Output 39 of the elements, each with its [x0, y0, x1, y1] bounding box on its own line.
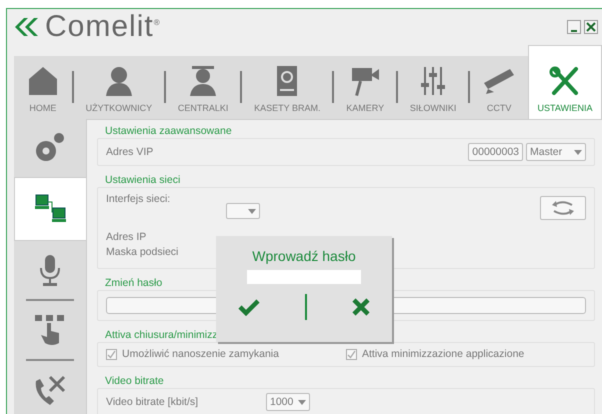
- check-icon: [107, 350, 116, 359]
- brand-logo: Comelit$^{®}$: [45, 10, 161, 44]
- section-title: Ustawienia zaawansowane: [105, 124, 232, 138]
- nav-tab[interactable]: KAMERY: [334, 56, 396, 119]
- checkbox-label: Umożliwić nanoszenie zamykania: [122, 347, 279, 362]
- nav-tab[interactable]: USTAWIENIA: [528, 45, 602, 119]
- sidebar-item[interactable]: [14, 177, 86, 241]
- caret-icon: [248, 208, 256, 214]
- refresh-button[interactable]: [540, 196, 586, 220]
- section-title: Ustawienia sieci: [105, 173, 180, 187]
- check-icon: [347, 350, 356, 359]
- nav-tab[interactable]: CCTV: [470, 56, 528, 119]
- confirm-check-icon[interactable]: [238, 298, 260, 316]
- interface-dropdown[interactable]: [226, 203, 260, 219]
- refresh-icon: [550, 201, 576, 215]
- field-label: Video bitrate [kbit/s]: [106, 394, 200, 410]
- field-label: Interfejs sieci:: [106, 192, 172, 207]
- field-label: Maska podsieci: [106, 245, 178, 260]
- mode-dropdown[interactable]: Master: [526, 143, 586, 161]
- dialog-title: Wprowadź hasło: [252, 248, 356, 264]
- minimize-icon[interactable]: [567, 20, 581, 34]
- caret-icon: [574, 150, 582, 154]
- nav-tab[interactable]: SIŁOWNIKI: [398, 56, 468, 119]
- nav-tab[interactable]: CENTRALKI: [166, 56, 240, 119]
- checkbox-label: Attiva minimizzazione applicazione: [362, 347, 524, 362]
- nav-tab[interactable]: HOME: [14, 56, 72, 119]
- close-icon[interactable]: [584, 20, 598, 34]
- section-title: Video bitrate: [105, 374, 164, 388]
- section-title: Attiva chiusura/minimizz: [105, 328, 218, 342]
- cancel-x-icon[interactable]: [352, 298, 370, 316]
- field-label: Adres VIP: [106, 144, 154, 160]
- nav-tab[interactable]: UŻYTKOWNICY: [74, 56, 164, 119]
- bitrate-dropdown[interactable]: 1000: [266, 393, 310, 411]
- caret-icon: [298, 400, 306, 404]
- vip-address-field[interactable]: 00000003: [468, 143, 523, 161]
- password-input[interactable]: [247, 270, 361, 284]
- section-title: Zmień hasło: [105, 276, 162, 290]
- nav-tab[interactable]: KASETY BRAM.: [242, 56, 332, 119]
- field-label: Adres IP: [106, 230, 146, 245]
